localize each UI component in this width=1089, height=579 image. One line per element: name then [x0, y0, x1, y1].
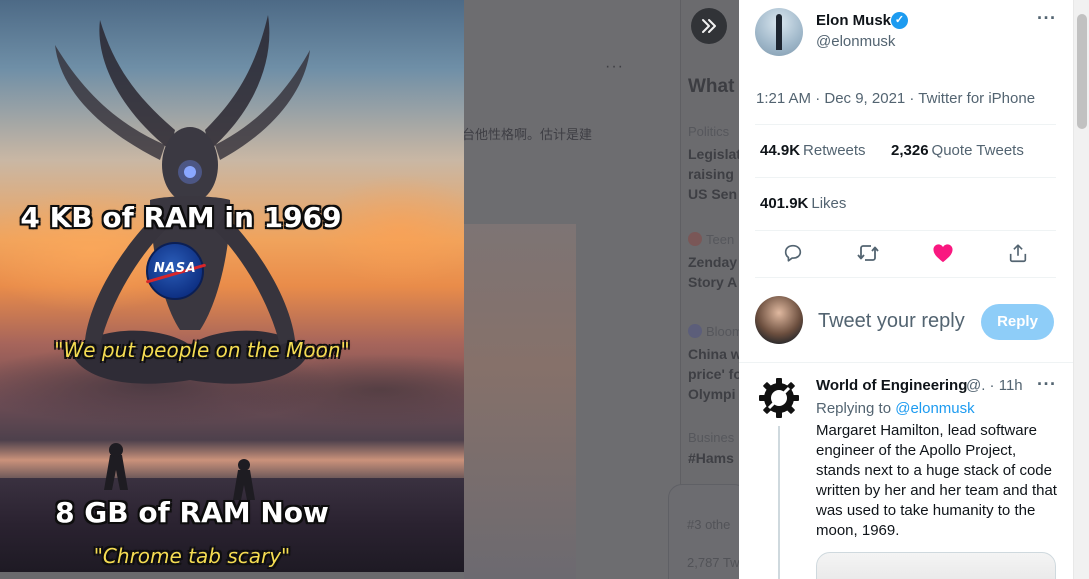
meme-bottom-caption: 8 GB of RAM Now	[55, 496, 329, 529]
scrollbar-thumb[interactable]	[1077, 14, 1087, 129]
meme-top-quote: "We put people on the Moon"	[54, 338, 350, 362]
more-horizontal-icon[interactable]: ···	[1037, 8, 1056, 29]
retweet-icon	[857, 245, 879, 261]
alien-figure-illustration	[55, 15, 310, 500]
reply-button[interactable]	[775, 235, 811, 271]
heart-icon	[933, 244, 953, 263]
source-icon	[688, 232, 702, 246]
quotes-count: 2,326	[891, 142, 929, 159]
more-horizontal-icon[interactable]: ···	[1037, 374, 1056, 395]
gear-icon	[759, 378, 799, 418]
trend-line: China w	[688, 346, 739, 362]
divider	[755, 124, 1056, 125]
trend-line: #Hams	[688, 450, 734, 466]
rocket-silhouette	[776, 14, 782, 50]
divider	[755, 177, 1056, 178]
background-messages-drawer: #3 othe 2,787 Tw	[668, 484, 739, 579]
reply-input[interactable]: Tweet your reply	[818, 310, 965, 333]
background-message-snippet: #3 othe	[687, 517, 731, 532]
trend-line: price' fo	[688, 366, 739, 382]
retweets-label: Retweets	[803, 142, 866, 159]
source-icon	[688, 324, 702, 338]
tweet-timestamp[interactable]: 1:21 AM · Dec 9, 2021 · Twitter for iPho…	[756, 90, 1035, 107]
nasa-logo: NASA	[145, 242, 207, 300]
background-tweet-text: 台他性格啊。估计是建	[462, 127, 593, 142]
divider	[739, 362, 1073, 363]
author-name[interactable]: Elon Musk	[816, 12, 891, 29]
likes-count: 401.9K	[760, 195, 809, 212]
trend-meta: Busines	[688, 430, 735, 445]
divider	[755, 230, 1056, 231]
double-chevron-right-icon	[702, 19, 716, 33]
meme-bottom-quote: "Chrome tab scary"	[93, 544, 291, 568]
current-user-avatar[interactable]	[755, 296, 803, 344]
trend-line: US Sen	[688, 186, 738, 202]
retweets-stat[interactable]: 44.9K Retweets	[760, 142, 866, 159]
nasa-logo-text: NASA	[153, 261, 197, 276]
author-avatar[interactable]	[755, 8, 803, 56]
reply-media-preview[interactable]	[816, 552, 1056, 579]
trend-line: Legislat	[688, 146, 739, 162]
reply-submit-button[interactable]: Reply	[981, 304, 1054, 340]
trend-line: Olympi	[688, 386, 736, 402]
quote-tweets-stat[interactable]: 2,326 Quote Tweets	[891, 142, 1024, 159]
trend-meta: Teen	[688, 232, 734, 247]
scrollbar[interactable]	[1073, 0, 1089, 579]
trend-meta: Bloom	[688, 324, 739, 339]
share-icon	[1010, 244, 1027, 263]
tweet-detail-panel: Elon Musk ✓ @elonmusk ··· 1:21 AM · Dec …	[739, 0, 1089, 579]
replying-prefix: Replying to	[816, 400, 892, 417]
replying-to-link[interactable]: @elonmusk	[895, 400, 974, 417]
collapse-panel-button[interactable]	[691, 8, 727, 44]
likes-label: Likes	[811, 195, 847, 212]
tweet-media-image[interactable]: NASA 4 KB of RAM in 1969 "We put people …	[0, 0, 464, 572]
background-more-icon: ···	[605, 58, 624, 75]
retweets-count: 44.9K	[760, 142, 801, 159]
reply-icon	[784, 244, 801, 262]
verified-badge-icon: ✓	[891, 12, 908, 29]
share-button[interactable]	[1000, 235, 1036, 271]
trends-title: What	[688, 76, 735, 97]
author-handle[interactable]: @elonmusk	[816, 33, 895, 50]
trend-meta: Politics	[688, 124, 730, 139]
divider	[755, 277, 1056, 278]
trend-line: raising	[688, 166, 734, 182]
reply-text: Margaret Hamilton, lead software enginee…	[816, 422, 1057, 539]
background-message-snippet: 2,787 Tw	[687, 555, 739, 570]
trend-line: Zenday	[688, 254, 738, 270]
trend-line: Story A	[688, 274, 738, 290]
reply-author-meta: @. · 11h	[966, 377, 1023, 394]
reply-author-avatar[interactable]	[755, 374, 803, 422]
tweet-actions	[755, 235, 1056, 271]
meme-top-caption: 4 KB of RAM in 1969	[20, 201, 342, 234]
reply-author-name[interactable]: World of Engineering	[816, 377, 967, 394]
replying-to: Replying to @elonmusk	[816, 400, 975, 417]
retweet-button[interactable]	[850, 235, 886, 271]
like-button[interactable]	[925, 235, 961, 271]
quotes-label: Quote Tweets	[931, 142, 1024, 159]
background-tweet-media	[464, 224, 576, 579]
likes-stat[interactable]: 401.9K Likes	[760, 195, 846, 212]
thread-line	[778, 426, 780, 579]
